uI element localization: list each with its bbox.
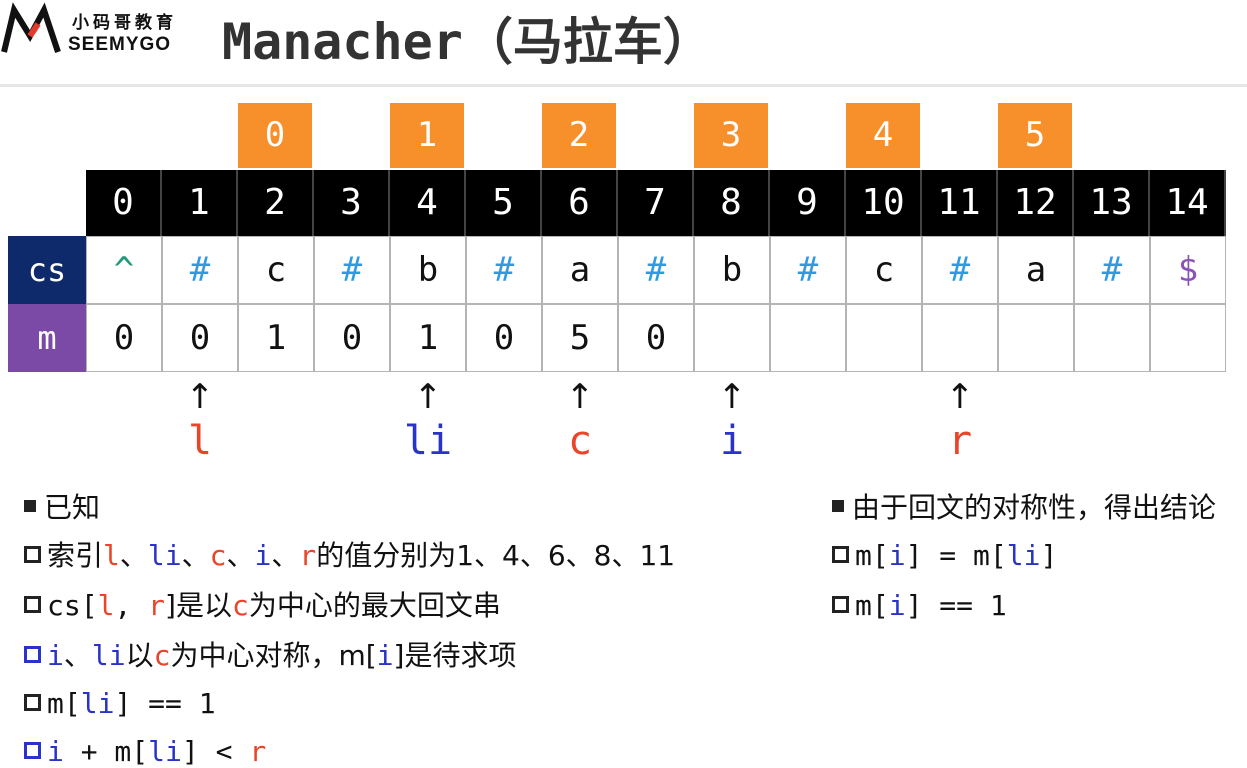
up-arrow-icon: ↑ (945, 377, 975, 417)
index-cell: 1 (162, 170, 238, 236)
cs-row-label: cs (8, 236, 86, 304)
index-row: 0 1 2 3 4 5 6 7 8 9 10 11 12 13 14 (86, 170, 1226, 236)
conclusion-heading: 由于回文的对称性，得出结论 (832, 493, 1216, 523)
note-indices: 索引l、li、c、i、r的值分别为1、4、6、8、11 (24, 541, 675, 571)
cs-cell: a (542, 236, 618, 304)
index-cell: 11 (922, 170, 998, 236)
original-index-box: 1 (390, 103, 464, 168)
page-title: Manacher（马拉车） (222, 13, 713, 71)
original-index-box: 4 (846, 103, 920, 168)
m-cell: 1 (390, 304, 466, 372)
pointer-c: ↑ c (542, 380, 618, 464)
bullet-square-icon (24, 500, 36, 512)
header: 小码哥教育 SEEMYGO Manacher（马拉车） (0, 0, 1247, 71)
up-arrow-icon: ↑ (565, 377, 595, 417)
index-cell: 14 (1150, 170, 1226, 236)
cs-cell: a (998, 236, 1074, 304)
cs-cell: # (162, 236, 238, 304)
cs-cell: # (466, 236, 542, 304)
cs-cell: # (770, 236, 846, 304)
hollow-bullet-icon (24, 693, 41, 711)
index-cell: 3 (314, 170, 390, 236)
cs-cell: # (618, 236, 694, 304)
cs-cell: $ (1150, 236, 1226, 304)
cs-cell: b (390, 236, 466, 304)
original-index-box: 5 (998, 103, 1072, 168)
pointer-i: ↑ i (694, 380, 770, 464)
conclusion-equal: m[i] = m[li] (832, 541, 1057, 571)
m-cell (770, 304, 846, 372)
conclusion-value: m[i] == 1 (832, 591, 1007, 621)
m-cell: 5 (542, 304, 618, 372)
note-condition: i + m[li] < r (24, 737, 266, 767)
up-arrow-icon: ↑ (185, 377, 215, 417)
pointer-label: c (567, 418, 593, 464)
up-arrow-icon: ↑ (717, 377, 747, 417)
m-cell (846, 304, 922, 372)
cs-cell: ^ (86, 236, 162, 304)
index-cell: 6 (542, 170, 618, 236)
hollow-bullet-icon (832, 595, 849, 613)
pointer-l: ↑ l (162, 380, 238, 464)
hollow-bullet-icon (24, 595, 41, 613)
index-cell: 13 (1074, 170, 1150, 236)
m-cell: 0 (618, 304, 694, 372)
cs-cell: # (922, 236, 998, 304)
index-cell: 12 (998, 170, 1074, 236)
bullet-square-icon (832, 500, 844, 512)
header-divider (0, 84, 1247, 87)
m-cell: 0 (86, 304, 162, 372)
m-cell: 0 (466, 304, 542, 372)
cs-cell: c (846, 236, 922, 304)
index-cell: 2 (238, 170, 314, 236)
m-cell (694, 304, 770, 372)
cs-cell: # (314, 236, 390, 304)
logo-text-en: SEEMYGO (68, 34, 172, 55)
hollow-bullet-blue-icon (24, 645, 41, 663)
index-cell: 8 (694, 170, 770, 236)
index-cell: 0 (86, 170, 162, 236)
m-cell (922, 304, 998, 372)
index-cell: 9 (770, 170, 846, 236)
cs-cell: b (694, 236, 770, 304)
m-cell: 0 (162, 304, 238, 372)
index-cell: 10 (846, 170, 922, 236)
known-heading: 已知 (24, 493, 100, 523)
m-cell: 0 (314, 304, 390, 372)
m-row-label: m (8, 304, 86, 372)
pointer-label: i (719, 418, 745, 464)
note-max-palindrome: cs[l, r]是以c为中心的最大回文串 (24, 591, 501, 621)
cs-cell: c (238, 236, 314, 304)
index-cell: 5 (466, 170, 542, 236)
up-arrow-icon: ↑ (413, 377, 443, 417)
logo-text-cn: 小码哥教育 (72, 13, 177, 33)
hollow-bullet-icon (832, 545, 849, 563)
pointer-label: r (947, 418, 973, 464)
original-index-box: 2 (542, 103, 616, 168)
pointer-label: li (403, 418, 453, 464)
pointer-li: ↑ li (390, 380, 466, 464)
hollow-bullet-icon (24, 545, 41, 563)
pointer-r: ↑ r (922, 380, 998, 464)
hollow-bullet-blue-icon (24, 741, 41, 759)
note-symmetric: i、li以c为中心对称，m[i]是待求项 (24, 641, 516, 671)
m-cell (1074, 304, 1150, 372)
index-cell: 4 (390, 170, 466, 236)
m-cell: 1 (238, 304, 314, 372)
index-cell: 7 (618, 170, 694, 236)
m-cell (1150, 304, 1226, 372)
cs-cell: # (1074, 236, 1150, 304)
original-index-box: 0 (238, 103, 312, 168)
note-m-li: m[li] == 1 (24, 689, 216, 719)
pointer-label: l (187, 418, 213, 464)
original-index-box: 3 (694, 103, 768, 168)
m-cell (998, 304, 1074, 372)
